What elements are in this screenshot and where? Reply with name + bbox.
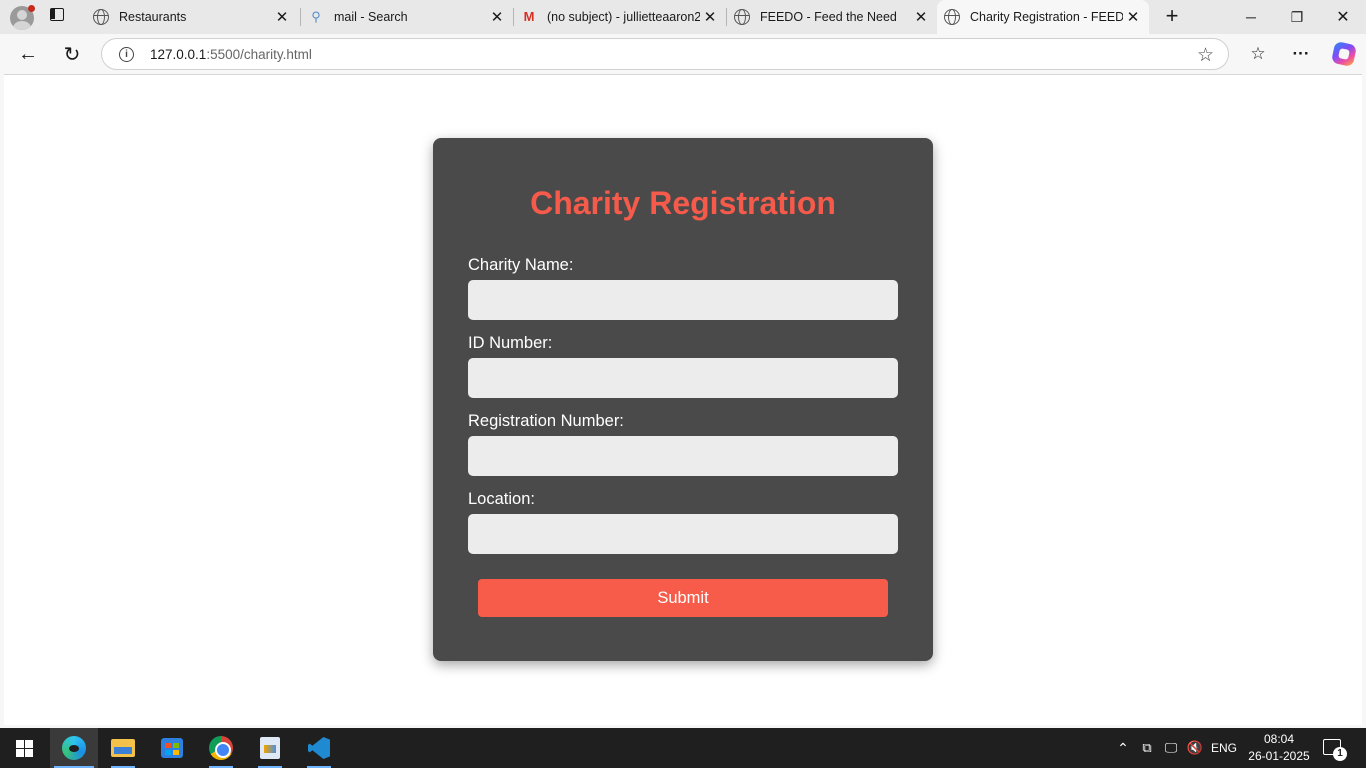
location-input[interactable] [468,514,898,554]
tab-label: mail - Search [334,10,408,24]
clock-time: 08:04 [1263,732,1295,746]
url-text: 127.0.0.1:5500/charity.html [150,47,312,62]
close-window-icon[interactable]: ✕ [1320,0,1366,34]
show-hidden-icons-icon[interactable]: ⌃ [1115,728,1131,768]
close-icon[interactable]: ✕ [272,7,292,27]
paint-icon [260,737,280,759]
tab-label: Charity Registration - FEEDO [970,10,1123,24]
gmail-icon: M [523,9,535,24]
taskbar-vscode[interactable] [295,728,343,768]
site-info-icon[interactable]: i [119,47,134,62]
minimize-icon[interactable]: ─ [1228,0,1274,34]
tab-feedo[interactable]: FEEDO - Feed the Need ✕ [727,0,937,34]
url-host: 127.0.0.1 [150,47,207,62]
profile-notification-dot [28,5,35,12]
location-label: Location: [468,490,535,508]
id-number-input[interactable] [468,358,898,398]
id-number-label: ID Number: [468,334,553,352]
tab-charity-registration[interactable]: Charity Registration - FEEDO ✕ [937,0,1149,34]
browser-titlebar: Restaurants ✕ ⚲ mail - Search ✕ M (no su… [0,0,1366,34]
favorite-star-icon[interactable]: ☆ [1197,44,1214,67]
charity-name-label: Charity Name: [468,256,574,274]
taskbar: ⌃ ⧉ 🖵 🔇 ENG 08:04 26-01-2025 1 [0,728,1366,768]
camera-icon[interactable]: ⧉ [1139,728,1155,768]
taskbar-file-explorer[interactable] [99,728,147,768]
favorites-icon[interactable]: ☆ [1245,41,1271,67]
tab-label: (no subject) - jullietteaaron2 [547,10,700,24]
taskbar-store[interactable] [148,728,196,768]
tab-gmail[interactable]: M (no subject) - jullietteaaron2 ✕ [514,0,726,34]
tab-label: Restaurants [119,10,187,24]
tab-restaurants[interactable]: Restaurants ✕ [86,0,298,34]
notification-count-badge: 1 [1333,747,1347,761]
close-icon[interactable]: ✕ [911,7,931,27]
registration-card: Charity Registration Charity Name: ID Nu… [433,138,933,661]
taskbar-chrome[interactable] [197,728,245,768]
page-viewport: Charity Registration Charity Name: ID Nu… [4,74,1362,725]
refresh-icon[interactable]: ↻ [58,40,86,68]
vscode-icon [308,737,330,759]
tab-mail-search[interactable]: ⚲ mail - Search ✕ [301,0,513,34]
close-icon[interactable]: ✕ [700,7,720,27]
globe-icon [734,9,750,25]
window-border-right [1362,74,1366,728]
browser-toolbar: ← ↻ i 127.0.0.1:5500/charity.html ☆ ☆ ··… [0,34,1366,74]
file-explorer-icon [111,739,135,757]
url-path: :5500/charity.html [206,47,312,62]
clock[interactable]: 08:04 26-01-2025 [1244,731,1314,765]
taskbar-edge[interactable] [50,728,98,768]
more-options-icon[interactable]: ··· [1288,41,1314,67]
restore-icon[interactable]: ❐ [1274,0,1320,34]
windows-start-icon[interactable] [16,740,33,757]
store-icon [161,738,183,758]
tab-label: FEEDO - Feed the Need [760,10,897,24]
close-icon[interactable]: ✕ [487,7,507,27]
language-indicator[interactable]: ENG [1210,728,1238,768]
back-arrow-icon[interactable]: ← [14,40,42,68]
registration-number-input[interactable] [468,436,898,476]
chrome-icon [209,736,233,760]
close-icon[interactable]: ✕ [1123,7,1143,27]
new-tab-icon[interactable]: + [1160,5,1184,29]
registration-number-label: Registration Number: [468,412,624,430]
clock-date: 26-01-2025 [1248,749,1310,763]
taskbar-paint[interactable] [246,728,294,768]
address-bar[interactable]: i 127.0.0.1:5500/charity.html ☆ [101,38,1229,70]
globe-icon [944,9,960,25]
submit-button[interactable]: Submit [478,579,888,617]
tab-actions-icon[interactable] [50,8,68,26]
search-icon: ⚲ [311,9,321,24]
volume-muted-icon[interactable]: 🔇 [1186,728,1204,768]
charity-name-input[interactable] [468,280,898,320]
globe-icon [93,9,109,25]
edge-icon [62,736,86,760]
page-title: Charity Registration [530,185,836,221]
network-icon[interactable]: 🖵 [1162,728,1180,768]
